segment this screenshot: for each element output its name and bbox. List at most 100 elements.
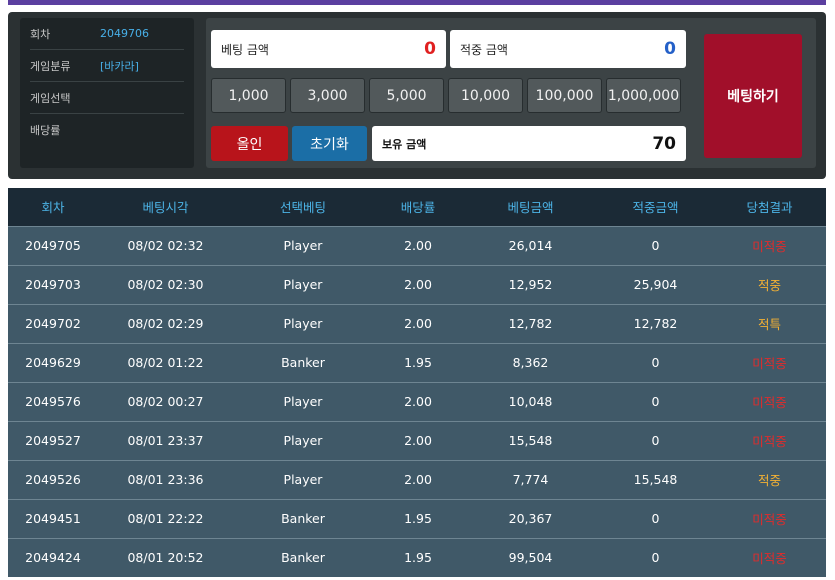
cell-round: 2049705 (25, 238, 81, 253)
cell-time: 08/01 23:36 (127, 472, 204, 487)
cell-bet-amount: 8,362 (512, 355, 549, 370)
round-info-box: 회차 2049706 게임분류 [바카라] 게임선택 배당률 (20, 18, 194, 168)
bet-panel: 회차 2049706 게임분류 [바카라] 게임선택 배당률 베팅 금액 0 적… (8, 12, 826, 179)
chip-100000-button[interactable]: 100,000 (527, 78, 602, 113)
cell-win-amount: 0 (651, 394, 660, 409)
cell-bet-amount: 7,774 (512, 472, 549, 487)
table-row: 2049703 08/02 02:30 Player 2.00 12,952 25,904… (8, 265, 826, 304)
cell-win-amount: 25,904 (633, 277, 678, 292)
allin-button[interactable]: 올인 (211, 126, 288, 161)
cell-bet-amount: 12,782 (508, 316, 553, 331)
round-label: 회차 (30, 27, 51, 41)
table-row: 2049451 08/01 22:22 Banker 1.95 20,367 0 미적중 (8, 499, 826, 538)
cell-time: 08/01 23:37 (127, 433, 204, 448)
cell-odds: 2.00 (404, 238, 432, 253)
cell-pick: Player (283, 277, 323, 292)
cell-result: 적중 (757, 473, 781, 488)
info-row-round: 회차 2049706 (30, 18, 184, 50)
cell-win-amount: 15,548 (633, 472, 678, 487)
cell-bet-amount: 26,014 (508, 238, 553, 253)
cell-pick: Player (283, 394, 323, 409)
chip-5000-button[interactable]: 5,000 (369, 78, 444, 113)
cell-time: 08/02 02:32 (127, 238, 204, 253)
cell-round: 2049526 (25, 472, 81, 487)
category-label: 게임분류 (30, 59, 71, 73)
holding-label: 보유 금액 (382, 137, 427, 151)
table-body: 2049705 08/02 02:32 Player 2.00 26,014 0 미적중 20… (8, 226, 826, 577)
cell-result: 미적중 (752, 551, 787, 567)
cell-odds: 1.95 (404, 355, 432, 370)
cell-result: 미적중 (752, 356, 787, 371)
chip-3000-button[interactable]: 3,000 (290, 78, 365, 113)
table-row: 2049527 08/01 23:37 Player 2.00 15,548 0 미적중 (8, 421, 826, 460)
cell-result: 미적중 (752, 239, 787, 254)
header-odds: 배당률 (400, 200, 436, 216)
bet-amount-field: 베팅 금액 0 (211, 30, 446, 68)
holding-amount: 보유 금액 70 (372, 126, 686, 161)
chip-10000-button[interactable]: 10,000 (448, 78, 523, 113)
cell-time: 08/01 22:22 (127, 511, 204, 526)
cell-win-amount: 0 (651, 238, 660, 253)
header-win-amount: 적중금액 (632, 200, 679, 216)
win-amount-value: 0 (664, 39, 676, 59)
table-row: 2049702 08/02 02:29 Player 2.00 12,782 12,782… (8, 304, 826, 343)
bet-history-table: 회차 베팅시각 선택베팅 배당률 베팅금액 적중금액 당첨결과 2049705 0… (8, 188, 826, 577)
cell-bet-amount: 20,367 (508, 511, 553, 526)
cell-time: 08/01 20:52 (127, 550, 204, 566)
cell-win-amount: 0 (651, 511, 660, 526)
cell-time: 08/02 01:22 (127, 355, 204, 370)
cell-result: 미적중 (752, 512, 787, 527)
cell-round: 2049629 (25, 355, 81, 370)
chip-1000000-button[interactable]: 1,000,000 (606, 78, 681, 113)
cell-round: 2049702 (25, 316, 81, 331)
table-row: 2049576 08/02 00:27 Player 2.00 10,048 0 미적중 (8, 382, 826, 421)
header-time: 베팅시각 (142, 200, 189, 216)
cell-result: 미적중 (752, 434, 787, 449)
odds-label: 배당률 (30, 124, 61, 137)
header-pick: 선택베팅 (279, 200, 326, 216)
cell-odds: 2.00 (404, 316, 432, 331)
bet-controls: 베팅 금액 0 적중 금액 0 1,000 3,000 5,000 10,000… (206, 18, 816, 168)
cell-time: 08/02 02:29 (127, 316, 204, 331)
cell-odds: 1.95 (404, 550, 432, 566)
header-result: 당첨결과 (746, 200, 793, 216)
cell-win-amount: 0 (651, 355, 660, 370)
bet-amount-label: 베팅 금액 (221, 42, 269, 57)
reset-button[interactable]: 초기화 (292, 126, 367, 161)
cell-round: 2049527 (25, 433, 81, 448)
cell-pick: Banker (281, 355, 325, 370)
cell-pick: Banker (281, 550, 325, 566)
place-bet-button[interactable]: 베팅하기 (704, 34, 802, 158)
cell-odds: 2.00 (404, 433, 432, 448)
win-amount-label: 적중 금액 (460, 42, 508, 57)
cell-time: 08/02 00:27 (127, 394, 204, 409)
cell-odds: 2.00 (404, 394, 432, 409)
cell-round: 2049424 (25, 550, 81, 566)
chip-1000-button[interactable]: 1,000 (211, 78, 286, 113)
cell-pick: Player (283, 472, 323, 487)
cell-win-amount: 0 (651, 550, 660, 566)
holding-value: 70 (652, 133, 676, 154)
chip-row: 1,000 3,000 5,000 10,000 100,000 1,000,0… (211, 78, 681, 113)
cell-result: 미적중 (752, 395, 787, 410)
header-round: 회차 (41, 200, 65, 216)
cell-odds: 1.95 (404, 511, 432, 526)
cell-pick: Player (283, 433, 323, 448)
select-label: 게임선택 (30, 91, 71, 105)
table-row: 2049705 08/02 02:32 Player 2.00 26,014 0 미적중 (8, 226, 826, 265)
cell-win-amount: 12,782 (633, 316, 678, 331)
info-row-odds: 배당률 (30, 114, 184, 146)
cell-bet-amount: 15,548 (508, 433, 553, 448)
cell-pick: Banker (281, 511, 325, 526)
category-value: [바카라] (100, 59, 139, 73)
win-amount-field: 적중 금액 0 (450, 30, 686, 68)
cell-odds: 2.00 (404, 472, 432, 487)
table-row: 2049424 08/01 20:52 Banker 1.95 99,504 0 미적중 (8, 538, 826, 577)
cell-odds: 2.00 (404, 277, 432, 292)
cell-round: 2049451 (25, 511, 81, 526)
bet-amount-value: 0 (424, 39, 436, 59)
table-row: 2049526 08/01 23:36 Player 2.00 7,774 15,548 적… (8, 460, 826, 499)
cell-pick: Player (283, 238, 323, 253)
cell-round: 2049576 (25, 394, 81, 409)
header-bet-amount: 베팅금액 (507, 200, 554, 216)
